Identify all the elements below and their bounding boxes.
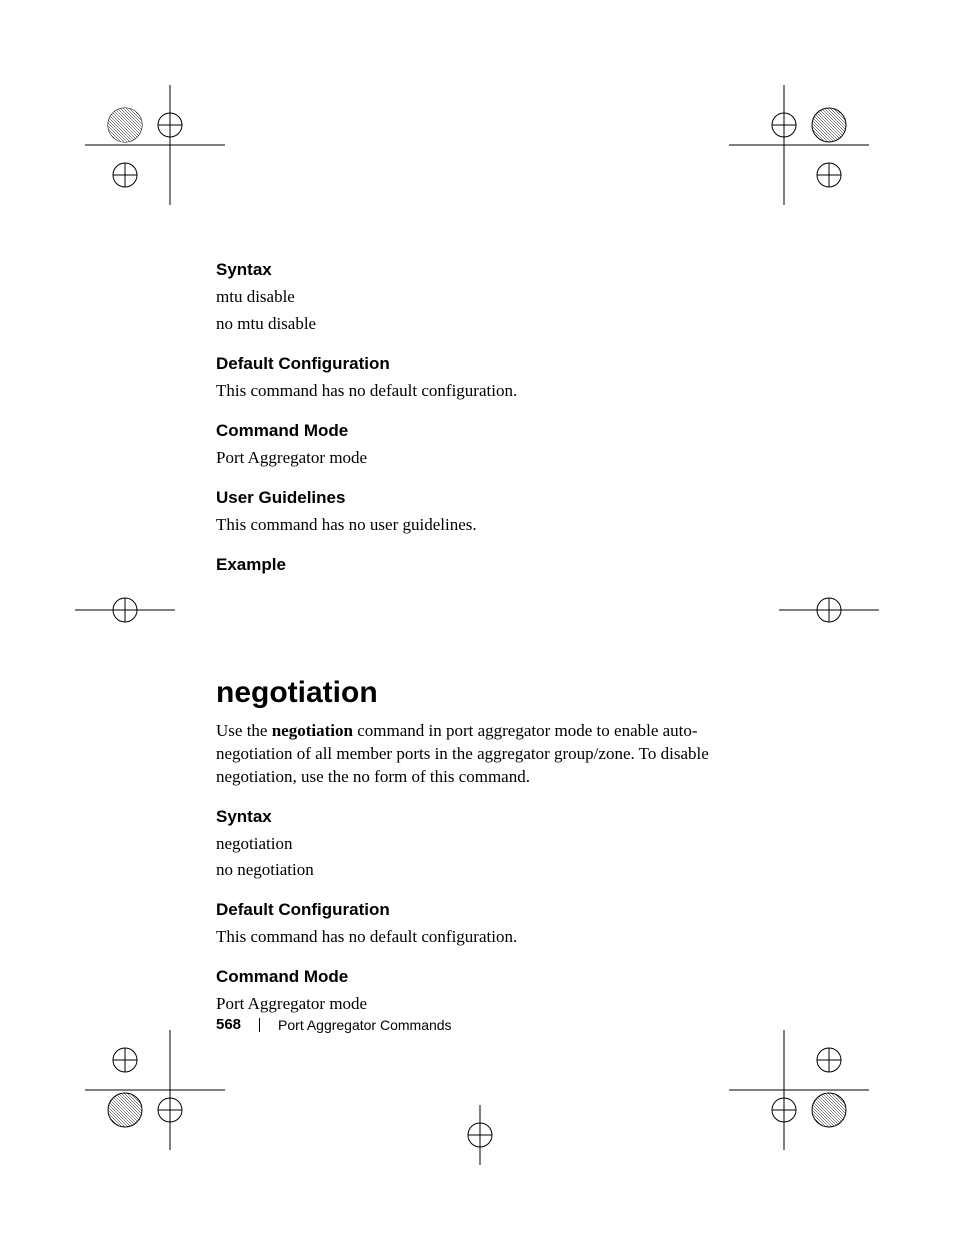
- chapter-name: Port Aggregator Commands: [278, 1017, 452, 1033]
- command-mode-heading: Command Mode: [216, 421, 736, 441]
- syntax-line: no negotiation: [216, 859, 736, 882]
- page-container: Syntax mtu disable no mtu disable Defaul…: [0, 0, 954, 1235]
- command-mode-heading-2: Command Mode: [216, 967, 736, 987]
- intro-bold: negotiation: [272, 721, 353, 740]
- footer-divider-icon: [259, 1018, 260, 1032]
- crop-mark-icon: [430, 1105, 530, 1165]
- command-title: negotiation: [216, 676, 736, 710]
- page-content: Syntax mtu disable no mtu disable Defaul…: [216, 260, 736, 1020]
- default-config-text-2: This command has no default configuratio…: [216, 926, 736, 949]
- page-number: 568: [216, 1016, 241, 1033]
- command-mode-text: Port Aggregator mode: [216, 447, 736, 470]
- command-intro: Use the negotiation command in port aggr…: [216, 720, 736, 789]
- syntax-line: negotiation: [216, 833, 736, 856]
- example-heading: Example: [216, 555, 736, 575]
- syntax-line: mtu disable: [216, 286, 736, 309]
- user-guidelines-heading: User Guidelines: [216, 488, 736, 508]
- crop-mark-icon: [75, 580, 175, 640]
- crop-mark-icon: [85, 1030, 225, 1150]
- syntax-heading: Syntax: [216, 260, 736, 280]
- command-mode-text-2: Port Aggregator mode: [216, 993, 736, 1016]
- crop-mark-icon: [85, 85, 225, 205]
- crop-mark-icon: [729, 1030, 869, 1150]
- page-footer: 568 Port Aggregator Commands: [216, 1016, 452, 1033]
- syntax-heading-2: Syntax: [216, 807, 736, 827]
- user-guidelines-text: This command has no user guidelines.: [216, 514, 736, 537]
- default-config-heading-2: Default Configuration: [216, 900, 736, 920]
- default-config-heading: Default Configuration: [216, 354, 736, 374]
- crop-mark-icon: [729, 85, 869, 205]
- intro-pre: Use the: [216, 721, 272, 740]
- syntax-line: no mtu disable: [216, 313, 736, 336]
- default-config-text: This command has no default configuratio…: [216, 380, 736, 403]
- crop-mark-icon: [779, 580, 879, 640]
